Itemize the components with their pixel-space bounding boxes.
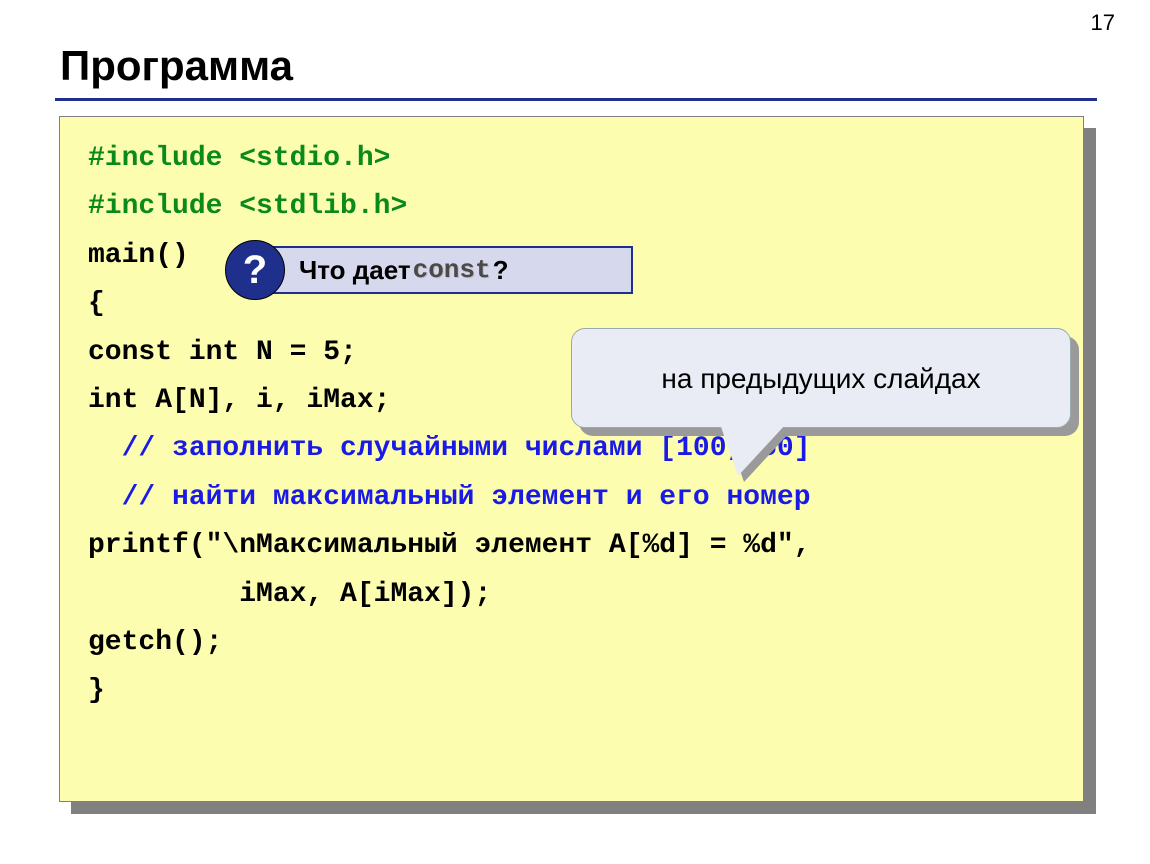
callout-question: Что дает const ? (265, 246, 633, 294)
code-line: // заполнить случайными числами [100,150… (88, 431, 1063, 467)
slide-title: Программа (60, 42, 293, 90)
code-line: #include <stdlib.h> (88, 189, 1063, 225)
callout-text-suffix: ? (493, 255, 509, 286)
code-block: #include <stdio.h> #include <stdlib.h> m… (59, 116, 1084, 802)
title-underline (55, 98, 1097, 101)
code-line: // найти максимальный элемент и его номе… (88, 480, 1063, 516)
question-mark-icon: ? (225, 240, 285, 300)
callout-text-prefix: Что дает (299, 255, 411, 286)
speech-tail-icon (720, 424, 786, 476)
page-number: 17 (1091, 10, 1115, 36)
note-text: на предыдущих слайдах (661, 361, 980, 396)
code-line: printf("\nМаксимальный элемент A[%d] = %… (88, 528, 1063, 564)
code-line: #include <stdio.h> (88, 141, 1063, 177)
callout-keyword: const (413, 255, 491, 285)
code-line: } (88, 673, 1063, 709)
code-line: iMax, A[iMax]); (88, 577, 1063, 613)
note-box: на предыдущих слайдах (571, 328, 1071, 428)
code-line: getch(); (88, 625, 1063, 661)
